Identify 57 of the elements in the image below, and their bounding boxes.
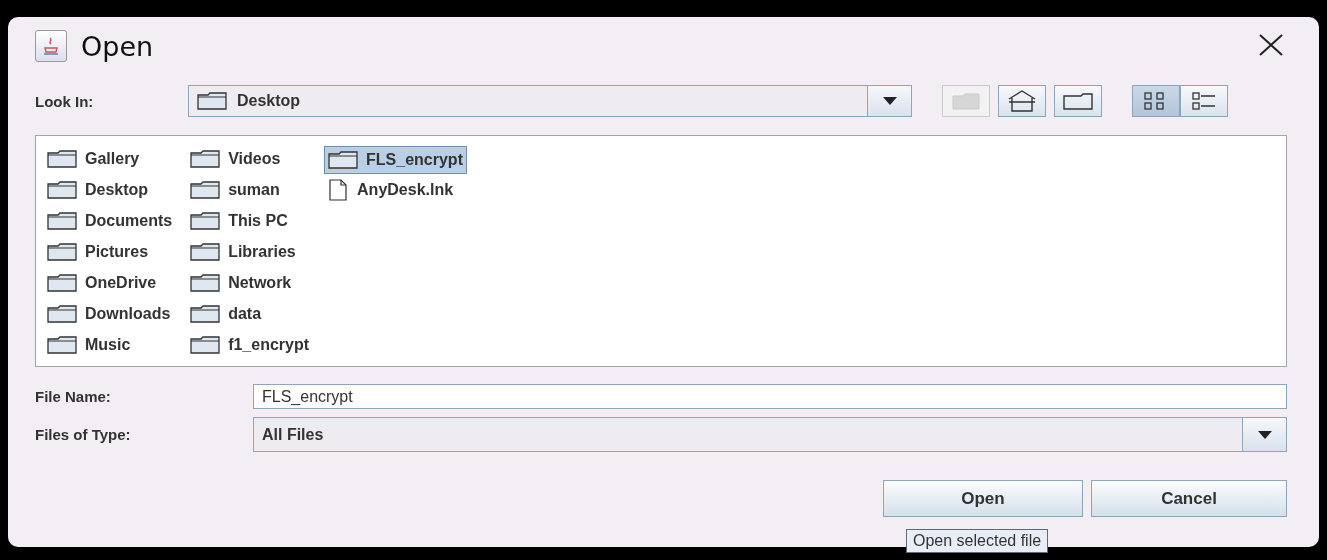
folder-item[interactable]: Documents <box>44 208 176 234</box>
folder-item[interactable]: Network <box>187 270 295 296</box>
folder-icon <box>47 150 77 168</box>
caret-icon <box>1257 430 1272 439</box>
folder-icon <box>190 336 221 354</box>
cancel-button[interactable]: Cancel <box>1091 480 1287 517</box>
folder-item[interactable]: Libraries <box>187 239 299 265</box>
folder-item[interactable]: Videos <box>187 146 284 172</box>
document-icon <box>327 179 350 201</box>
file-name-field[interactable]: FLS_encrypt <box>253 384 1287 409</box>
app-icon <box>35 30 67 62</box>
field-label: File Name: <box>35 388 112 405</box>
dropdown-value: All Files <box>261 425 325 444</box>
folder-icon <box>190 181 221 199</box>
folder-icon <box>1063 92 1093 110</box>
folder-icon <box>328 151 359 169</box>
dropdown-value: Desktop <box>237 92 302 110</box>
list-view-button[interactable] <box>1132 85 1180 117</box>
dropdown-button[interactable] <box>867 86 911 116</box>
folder-icon <box>190 274 221 292</box>
tooltip: Open selected file <box>906 529 1049 553</box>
folder-item[interactable]: OneDrive <box>44 270 160 296</box>
folder-item[interactable]: f1_encrypt <box>187 332 313 358</box>
folder-icon <box>190 243 221 261</box>
folder-item[interactable]: Desktop <box>44 177 152 203</box>
look-in-dropdown[interactable]: Desktop <box>188 85 912 117</box>
folder-item[interactable]: Music <box>44 332 134 358</box>
dropdown-button[interactable] <box>1242 418 1286 451</box>
file-type-dropdown[interactable]: All Files <box>253 417 1287 452</box>
folder-item[interactable]: This PC <box>187 208 291 234</box>
folder-icon <box>47 336 77 354</box>
home-icon <box>1007 89 1037 113</box>
folder-icon <box>47 305 77 323</box>
folder-item[interactable]: data <box>187 301 265 327</box>
new-folder-button[interactable] <box>1054 85 1102 117</box>
folder-icon <box>190 212 221 230</box>
window-title: Open <box>81 30 154 62</box>
open-button[interactable]: Open <box>883 480 1083 517</box>
field-label: Look In: <box>35 92 95 110</box>
folder-icon <box>190 150 221 168</box>
folder-icon <box>197 92 227 110</box>
folder-item[interactable]: Gallery <box>44 146 143 172</box>
folder-icon <box>190 305 221 323</box>
folder-item[interactable]: FLS_encrypt <box>324 146 467 174</box>
file-item[interactable]: AnyDesk.lnk <box>324 177 457 203</box>
folder-item[interactable]: Pictures <box>44 239 152 265</box>
folder-icon <box>47 274 77 292</box>
details-view-button[interactable] <box>1180 85 1228 117</box>
folder-icon <box>47 212 77 230</box>
home-button[interactable] <box>998 85 1046 117</box>
caret-icon <box>882 97 897 105</box>
folder-icon <box>47 243 77 261</box>
folder-icon <box>47 181 77 199</box>
folder-item[interactable]: Downloads <box>44 301 174 327</box>
folder-item[interactable]: suman <box>187 177 283 203</box>
details-view-icon <box>1191 91 1217 111</box>
field-label: Files of Type: <box>35 426 132 443</box>
